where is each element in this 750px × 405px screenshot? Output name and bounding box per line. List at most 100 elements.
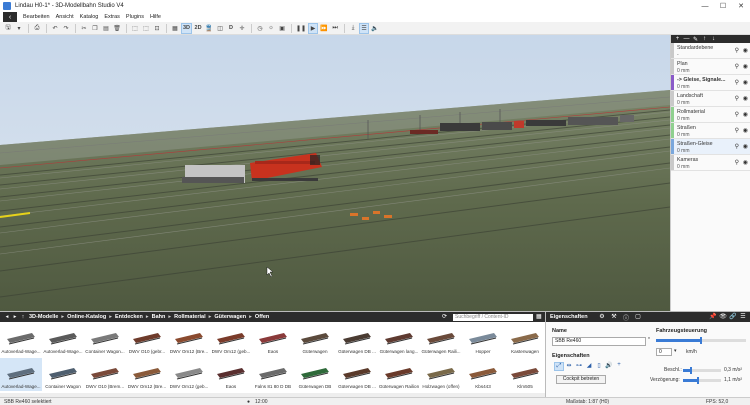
eye-icon[interactable]: ◉	[743, 95, 748, 102]
info-icon[interactable]: ⓘ	[620, 313, 632, 322]
layer-row[interactable]: Standardebene - ⚲ ◉	[671, 43, 750, 59]
pin-icon[interactable]: ⚲	[735, 95, 739, 102]
eye-icon[interactable]: ◉	[743, 127, 748, 134]
catalog-item[interactable]: Kbs443	[462, 358, 504, 391]
time-display[interactable]: 12:00	[255, 399, 268, 405]
skip-forward-icon[interactable]: ⏭	[330, 23, 340, 34]
catalog-item[interactable]: DWV Om12 (Bre...	[126, 358, 168, 391]
pause-icon[interactable]: ❚❚	[295, 23, 307, 34]
view-3d-button[interactable]: 3D	[181, 22, 193, 34]
speed-field[interactable]: 0	[656, 348, 672, 356]
crosshair-icon[interactable]: ✛	[237, 23, 247, 34]
layer-row[interactable]: Plan 0 mm ⚲ ◉	[671, 59, 750, 75]
link-icon[interactable]: 🔗	[728, 313, 738, 320]
menu-icon[interactable]: ☰	[738, 313, 748, 320]
add-prop-icon[interactable]: +	[614, 362, 624, 371]
catalog-item[interactable]: DWV O10 (Brem...	[84, 358, 126, 391]
pin-icon[interactable]: ⚲	[735, 111, 739, 118]
eye-icon[interactable]: ◉	[743, 63, 748, 70]
sound-prop-icon[interactable]: 🔊	[604, 362, 614, 371]
back-button[interactable]: ‹	[3, 12, 17, 22]
catalog-item[interactable]: Hopper	[462, 323, 504, 356]
eye-icon[interactable]: 👁	[718, 313, 728, 320]
beschl-slider[interactable]	[683, 367, 721, 374]
breadcrumb-item[interactable]: Rollmaterial	[174, 314, 205, 320]
catalog-item[interactable]: Güterwagen DB ...	[336, 323, 378, 356]
edit-layer-icon[interactable]: ✎	[691, 36, 700, 43]
layer-row[interactable]: Straßen-Gleise 0 mm ⚲ ◉	[671, 139, 750, 155]
menu-plugins[interactable]: Plugins	[126, 14, 144, 20]
eye-icon[interactable]: ◉	[743, 47, 748, 54]
download-icon[interactable]: ⤓	[348, 23, 358, 34]
catalog-item[interactable]: Güterwagen Raili...	[420, 323, 462, 356]
pin-icon[interactable]: 📌	[708, 313, 718, 320]
catalog-item[interactable]: Güterwagen DB	[294, 358, 336, 391]
pin-icon[interactable]: ⚲	[735, 159, 739, 166]
catalog-item[interactable]: Eaos	[210, 358, 252, 391]
weather-icon[interactable]: ☼	[266, 23, 276, 34]
nav-back-icon[interactable]: ◂	[3, 314, 11, 320]
cut-icon[interactable]: ✂	[79, 23, 89, 34]
layer-row[interactable]: -> Gleise, Signale... 0 mm ⚲ ◉	[671, 75, 750, 91]
menu-bearbeiten[interactable]: Bearbeiten	[23, 14, 50, 20]
breadcrumb-item[interactable]: Online-Katalog	[67, 314, 106, 320]
coupling-icon[interactable]: ⊶	[574, 362, 584, 371]
view-d-button[interactable]: D	[226, 23, 236, 34]
fahrzeug-slider-knob[interactable]	[700, 337, 702, 344]
catalog-item[interactable]: DWV Om12 (Bre...	[168, 323, 210, 356]
name-field[interactable]: SBB Re460	[552, 337, 646, 346]
pin-icon[interactable]: ⚲	[735, 47, 739, 54]
dropdown-arrow-icon[interactable]: ▾	[14, 23, 24, 34]
pin-icon[interactable]: ⚲	[735, 143, 739, 150]
track-icon[interactable]: ☰	[359, 22, 370, 34]
track-width-icon[interactable]: ⇹	[564, 362, 574, 371]
catalog-item[interactable]: Kastenwagen	[504, 323, 546, 356]
clock-icon[interactable]: ◷	[255, 23, 265, 34]
catalog-item[interactable]: Güterwagen	[294, 323, 336, 356]
paste-icon[interactable]: ▤	[101, 23, 111, 34]
pin-icon[interactable]: ⚲	[735, 79, 739, 86]
view-2d-button[interactable]: 2D	[193, 23, 203, 34]
play-icon[interactable]: ▶	[308, 22, 319, 34]
slope-icon[interactable]: ◢	[584, 362, 594, 371]
minimize-button[interactable]: —	[696, 0, 714, 12]
settings-icon[interactable]: ⚙	[596, 313, 608, 322]
eye-icon[interactable]: ◉	[743, 79, 748, 86]
fahrzeug-slider[interactable]	[656, 337, 746, 344]
breadcrumb-item[interactable]: Entdecken	[115, 314, 143, 320]
pin-icon[interactable]: ⚲	[735, 63, 739, 70]
eye-icon[interactable]: ◉	[743, 159, 748, 166]
save-icon[interactable]: 🖫	[3, 23, 13, 34]
3d-viewport[interactable]	[0, 35, 670, 311]
breadcrumb-item[interactable]: Güterwagen	[214, 314, 246, 320]
breadcrumb-item[interactable]: 3D-Modelle	[29, 314, 58, 320]
ungroup-icon[interactable]: ⬚	[141, 23, 151, 34]
print-icon[interactable]: ⎙	[32, 23, 42, 34]
layer-row[interactable]: Landschaft 0 mm ⚲ ◉	[671, 91, 750, 107]
pin-icon[interactable]: ⚲	[735, 127, 739, 134]
cockpit-button[interactable]: Cockpit betreten	[556, 375, 606, 384]
redo-icon[interactable]: ↷	[61, 23, 71, 34]
grid-toggle-icon[interactable]: ▦	[536, 313, 542, 320]
grid-view-icon[interactable]: ▦	[170, 23, 180, 34]
beschl-slider-knob[interactable]	[689, 367, 692, 374]
catalog-item[interactable]: DWV Om12 (geb...	[168, 358, 210, 391]
breadcrumb-item[interactable]: Offen	[255, 314, 269, 320]
catalog-item[interactable]: Holzwagen (offen)	[420, 358, 462, 391]
remove-layer-icon[interactable]: —	[682, 36, 691, 42]
layer-row[interactable]: Rollmaterial 0 mm ⚲ ◉	[671, 107, 750, 123]
layer-row[interactable]: Straßen 0 mm ⚲ ◉	[671, 123, 750, 139]
catalog-icon[interactable]: ▣	[277, 23, 287, 34]
layer-row[interactable]: Kameras 0 mm ⚲ ◉	[671, 155, 750, 171]
refresh-icon[interactable]: ⟳	[442, 313, 447, 320]
sound-icon[interactable]: 🔈	[370, 23, 380, 34]
catalog-item[interactable]: Güterwagen DB ...	[336, 358, 378, 391]
fast-forward-icon[interactable]: ⏩	[319, 23, 329, 34]
maximize-button[interactable]: ☐	[714, 0, 732, 12]
eye-icon[interactable]: ◉	[743, 143, 748, 150]
move-layer-down-icon[interactable]: ↓	[709, 36, 718, 42]
undo-icon[interactable]: ↶	[50, 23, 60, 34]
catalog-item[interactable]: Container Wagon	[42, 358, 84, 391]
delete-icon[interactable]: 🗑	[112, 23, 122, 34]
catalog-search-input[interactable]: Suchbegriff / Content-ID	[453, 314, 533, 321]
